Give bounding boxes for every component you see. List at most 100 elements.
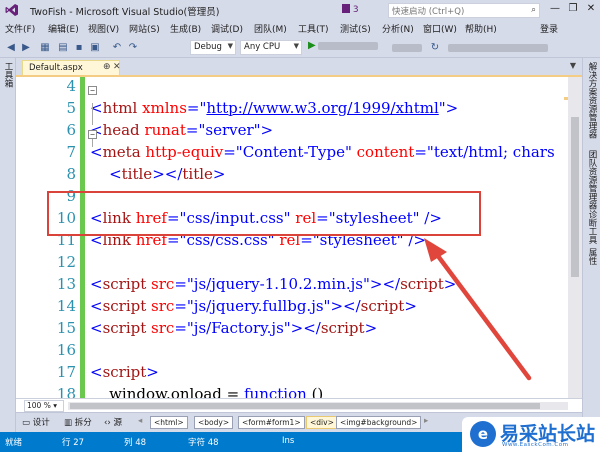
properties-tab[interactable]: 属性 — [586, 248, 598, 265]
line-number: 7 — [66, 143, 76, 161]
diagnostic-tools-tab[interactable]: 诊断工具 — [586, 210, 598, 244]
code-token: > — [212, 165, 226, 183]
code-token: "> — [253, 121, 274, 139]
refresh-icon[interactable]: ↻ — [428, 41, 442, 54]
code-token: "> — [438, 99, 459, 117]
menu-help[interactable]: 帮助(H) — [465, 22, 497, 35]
tab-list-dropdown-icon[interactable]: ▼ — [570, 61, 576, 70]
menu-edit[interactable]: 编辑(E) — [48, 22, 79, 35]
right-tool-rail: 解决方案资源管理器 团队资源管理器 诊断工具 属性 — [582, 58, 600, 434]
start-debugging-button[interactable]: ▶ — [308, 40, 379, 55]
undo-icon[interactable]: ↶ — [110, 41, 124, 54]
design-label: 设计 — [32, 418, 50, 428]
menu-build[interactable]: 生成(B) — [170, 22, 201, 35]
code-token: html — [102, 99, 138, 117]
collapse-toggle-icon[interactable]: − — [88, 130, 97, 139]
chevron-down-icon: ▼ — [293, 42, 299, 50]
code-token: js/jquery.fullbg.js — [193, 297, 324, 315]
horizontal-scrollbar[interactable] — [68, 402, 568, 410]
notification-count: 3 — [352, 5, 359, 15]
source-view-button[interactable]: ‹› 源 — [104, 416, 122, 428]
outline-guide — [92, 139, 93, 147]
nav-right-icon[interactable]: ▸ — [424, 416, 428, 426]
code-line: 17 <script> — [16, 361, 582, 383]
code-token: " — [344, 143, 352, 161]
menu-test[interactable]: 测试(S) — [340, 22, 371, 35]
redo-icon[interactable]: ↷ — [126, 41, 140, 54]
design-view-button[interactable]: ▭ 设计 — [22, 416, 50, 428]
code-line: 16 — [16, 339, 582, 361]
breadcrumb-body[interactable]: <body> — [194, 416, 234, 429]
code-line: 5 <html xmlns="http://www.w3.org/1999/xht… — [16, 97, 582, 119]
code-line: 8 <title></title> — [16, 163, 582, 185]
menu-window[interactable]: 窗口(W) — [423, 22, 457, 35]
menu-bar: 文件(F) 编辑(E) 视图(V) 网站(S) 生成(B) 调试(D) 团队(M… — [0, 20, 600, 37]
code-line: 18 window.onload = function () — [16, 383, 582, 398]
vertical-scrollbar-thumb[interactable] — [571, 117, 579, 277]
code-token: script — [102, 319, 147, 337]
back-icon[interactable]: ◀ — [4, 41, 18, 54]
vertical-scrollbar[interactable] — [568, 77, 582, 398]
save-all-icon[interactable]: ▣ — [88, 41, 102, 54]
flag-icon — [342, 4, 350, 13]
code-editor[interactable]: 4 5 <html xmlns="http://www.w3.org/1999/xh… — [16, 77, 582, 398]
notification-button[interactable]: 3 — [342, 4, 366, 16]
configuration-select[interactable]: Debug ▼ — [190, 40, 236, 55]
menu-file[interactable]: 文件(F) — [5, 22, 35, 35]
code-token: meta — [102, 143, 141, 161]
team-explorer-tab[interactable]: 团队资源管理器 — [586, 150, 598, 210]
nav-left-icon[interactable]: ◂ — [138, 416, 142, 426]
code-token: < — [90, 275, 103, 293]
tab-default-aspx[interactable]: Default.aspx ⊕ ✕ — [22, 60, 121, 75]
collapse-toggle-icon[interactable]: − — [88, 86, 97, 95]
menu-tools[interactable]: 工具(T) — [298, 22, 329, 35]
menu-website[interactable]: 网站(S) — [129, 22, 160, 35]
outline-guide — [92, 103, 93, 125]
code-token: function — [244, 385, 307, 398]
breadcrumb-html[interactable]: <html> — [150, 416, 188, 429]
menu-view[interactable]: 视图(V) — [88, 22, 119, 35]
menu-analyze[interactable]: 分析(N) — [382, 22, 414, 35]
line-number: 14 — [56, 297, 76, 315]
quick-launch-input[interactable]: 快速启动 (Ctrl+Q) ⌕ — [388, 3, 540, 18]
code-token: head — [102, 121, 140, 139]
solution-explorer-tab[interactable]: 解决方案资源管理器 — [586, 62, 598, 139]
toolbox-tab[interactable]: 工具箱 — [2, 62, 14, 88]
split-label: 拆分 — [74, 418, 92, 428]
left-tool-rail: 工具箱 — [0, 58, 16, 434]
code-token: > — [364, 319, 378, 337]
split-view-button[interactable]: ▥ 拆分 — [64, 416, 92, 428]
breadcrumb-form[interactable]: <form#form1> — [238, 416, 305, 429]
highlight-box — [47, 191, 481, 236]
close-tab-icon[interactable]: ✕ — [113, 62, 121, 72]
menu-debug[interactable]: 调试(D) — [211, 22, 243, 35]
minimize-button[interactable]: — — [546, 1, 564, 17]
open-file-icon[interactable]: ▤ — [56, 41, 70, 54]
code-token: > — [404, 297, 417, 315]
zoom-select[interactable]: 100 % ▾ — [24, 400, 64, 412]
code-token: < — [90, 319, 103, 337]
code-token: script — [320, 319, 365, 337]
breadcrumb-div[interactable]: <div> — [306, 416, 338, 429]
pin-icon[interactable]: ⊕ — [103, 62, 111, 72]
code-text: <script src="js/jquery-1.10.2.min.js"></… — [90, 273, 456, 295]
login-link[interactable]: 登录 — [540, 22, 558, 35]
breadcrumb-img[interactable]: <img#background> — [336, 416, 422, 429]
new-project-icon[interactable]: ▦ — [38, 41, 52, 54]
horizontal-scrollbar-thumb[interactable] — [70, 403, 540, 409]
code-line: 15 <script src="js/Factory.js"></script> — [16, 317, 582, 339]
code-text: <script> — [90, 361, 159, 383]
menu-team[interactable]: 团队(M) — [254, 22, 287, 35]
code-token: script — [102, 297, 147, 315]
code-token: =" — [174, 297, 194, 315]
restore-button[interactable]: ❐ — [564, 1, 582, 17]
platform-select[interactable]: Any CPU ▼ — [240, 40, 302, 55]
close-window-button[interactable]: ✕ — [582, 1, 600, 17]
save-icon[interactable]: ▪ — [72, 41, 86, 54]
document-tab-strip: Default.aspx ⊕ ✕ ▼ — [16, 58, 582, 75]
code-token: =" — [174, 275, 194, 293]
visual-studio-logo-icon — [5, 4, 18, 16]
code-text: <meta http-equiv="Content-Type" content=… — [90, 141, 555, 163]
line-number: 16 — [56, 341, 76, 359]
forward-icon[interactable]: ▶ — [19, 41, 33, 54]
